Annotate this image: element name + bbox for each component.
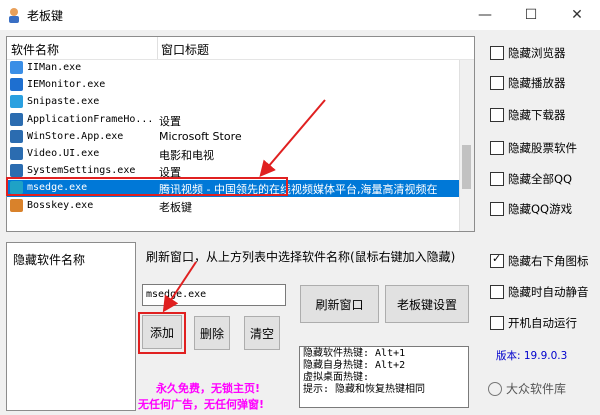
annotation-arrows	[162, 99, 326, 313]
annotation-arrow-to-add	[162, 261, 197, 313]
annotation-arrow-to-row	[259, 99, 326, 178]
